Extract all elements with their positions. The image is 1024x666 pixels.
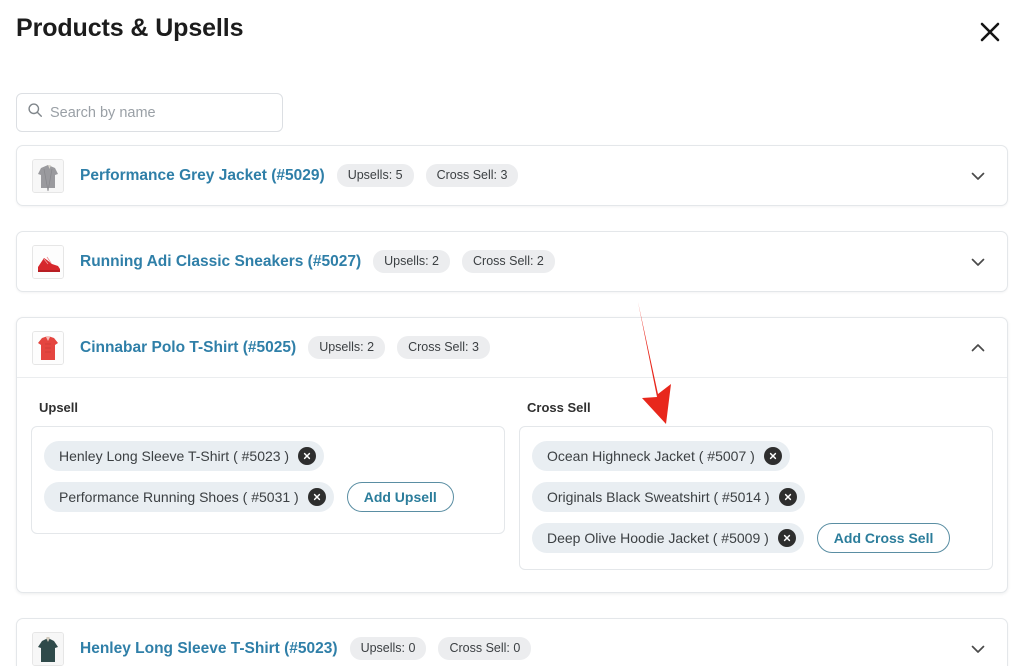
upsells-badge: Upsells: 5 [336, 163, 414, 188]
cross-sell-chip-label: Originals Black Sweatshirt ( #5014 ) [547, 489, 770, 505]
add-upsell-button[interactable]: Add Upsell [346, 482, 454, 512]
remove-icon[interactable] [763, 447, 782, 465]
upsell-chip-box: Henley Long Sleeve T-Shirt ( #5023 ) Per… [31, 426, 505, 534]
cross-sell-chip[interactable]: Ocean Highneck Jacket ( #5007 ) [532, 441, 790, 471]
chevron-down-icon[interactable] [963, 161, 993, 191]
product-card-body: Upsell Henley Long Sleeve T-Shirt ( #502… [17, 377, 1007, 592]
cross-sell-panel: Cross Sell Ocean Highneck Jacket ( #5007… [519, 394, 993, 570]
product-card-expanded: Cinnabar Polo T-Shirt (#5025) Upsells: 2… [16, 317, 1008, 593]
product-card-header[interactable]: Performance Grey Jacket (#5029) Upsells:… [17, 146, 1007, 205]
upsells-badge: Upsells: 2 [373, 249, 451, 274]
product-title-link[interactable]: Cinnabar Polo T-Shirt (#5025) [80, 339, 296, 357]
cross-sell-chip-row: Deep Olive Hoodie Jacket ( #5009 ) Add C… [532, 523, 980, 553]
cross-sell-chip-label: Deep Olive Hoodie Jacket ( #5009 ) [547, 530, 769, 546]
search-box[interactable] [16, 93, 283, 132]
product-card-header[interactable]: Cinnabar Polo T-Shirt (#5025) Upsells: 2… [17, 318, 1007, 377]
red-sneakers-thumbnail [32, 244, 64, 279]
upsell-panel-label: Upsell [39, 400, 79, 415]
search-input[interactable] [50, 94, 272, 131]
close-icon[interactable] [972, 14, 1008, 50]
upsells-badge: Upsells: 0 [349, 636, 427, 661]
cross-sell-chip-label: Ocean Highneck Jacket ( #5007 ) [547, 448, 755, 464]
cross-sell-badge: Cross Sell: 0 [438, 636, 532, 661]
cross-sell-chip-row: Originals Black Sweatshirt ( #5014 ) [532, 482, 980, 512]
product-card-header[interactable]: Running Adi Classic Sneakers (#5027) Ups… [17, 232, 1007, 291]
product-card: Performance Grey Jacket (#5029) Upsells:… [16, 145, 1008, 206]
products-upsells-modal: Products & Upsells Search by name Perfor… [0, 0, 1024, 666]
remove-icon[interactable] [307, 488, 326, 506]
upsell-chip[interactable]: Henley Long Sleeve T-Shirt ( #5023 ) [44, 441, 325, 471]
remove-icon[interactable] [778, 488, 797, 506]
page-title: Products & Upsells [16, 14, 244, 42]
grey-jacket-thumbnail [32, 158, 64, 193]
chevron-down-icon[interactable] [963, 247, 993, 277]
product-card: Running Adi Classic Sneakers (#5027) Ups… [16, 231, 1008, 292]
product-title-link[interactable]: Henley Long Sleeve T-Shirt (#5023) [80, 640, 338, 658]
remove-icon[interactable] [777, 529, 796, 547]
product-list: Performance Grey Jacket (#5029) Upsells:… [16, 145, 1008, 666]
add-cross-sell-button[interactable]: Add Cross Sell [816, 523, 951, 553]
cross-sell-badge: Cross Sell: 3 [425, 163, 519, 188]
chevron-down-icon[interactable] [963, 634, 993, 664]
cross-sell-badge: Cross Sell: 2 [462, 249, 555, 274]
red-polo-shirt-thumbnail [32, 330, 64, 365]
cross-sell-panel-label: Cross Sell [527, 400, 591, 415]
upsell-chip-row: Performance Running Shoes ( #5031 ) Add … [44, 482, 492, 512]
cross-sell-chip[interactable]: Originals Black Sweatshirt ( #5014 ) [532, 482, 805, 512]
cross-sell-chip-box: Ocean Highneck Jacket ( #5007 ) Original… [519, 426, 993, 570]
product-title-link[interactable]: Running Adi Classic Sneakers (#5027) [80, 253, 361, 271]
product-title-link[interactable]: Performance Grey Jacket (#5029) [80, 167, 325, 185]
upsell-panel: Upsell Henley Long Sleeve T-Shirt ( #502… [31, 394, 505, 570]
upsell-chip[interactable]: Performance Running Shoes ( #5031 ) [44, 482, 334, 512]
chevron-up-icon[interactable] [963, 333, 993, 363]
upsell-chip-label: Performance Running Shoes ( #5031 ) [59, 489, 299, 505]
cross-sell-chip[interactable]: Deep Olive Hoodie Jacket ( #5009 ) [532, 523, 804, 553]
remove-icon[interactable] [298, 447, 317, 465]
cross-sell-chip-row: Ocean Highneck Jacket ( #5007 ) [532, 441, 980, 471]
upsell-chip-label: Henley Long Sleeve T-Shirt ( #5023 ) [59, 448, 290, 464]
product-card: Henley Long Sleeve T-Shirt (#5023) Upsel… [16, 618, 1008, 666]
upsells-badge: Upsells: 2 [308, 335, 386, 360]
search-icon [27, 102, 43, 123]
cross-sell-badge: Cross Sell: 3 [397, 335, 490, 360]
product-card-header[interactable]: Henley Long Sleeve T-Shirt (#5023) Upsel… [17, 619, 1007, 666]
dark-teal-shirt-thumbnail [32, 631, 64, 666]
upsell-chip-row: Henley Long Sleeve T-Shirt ( #5023 ) [44, 441, 492, 471]
